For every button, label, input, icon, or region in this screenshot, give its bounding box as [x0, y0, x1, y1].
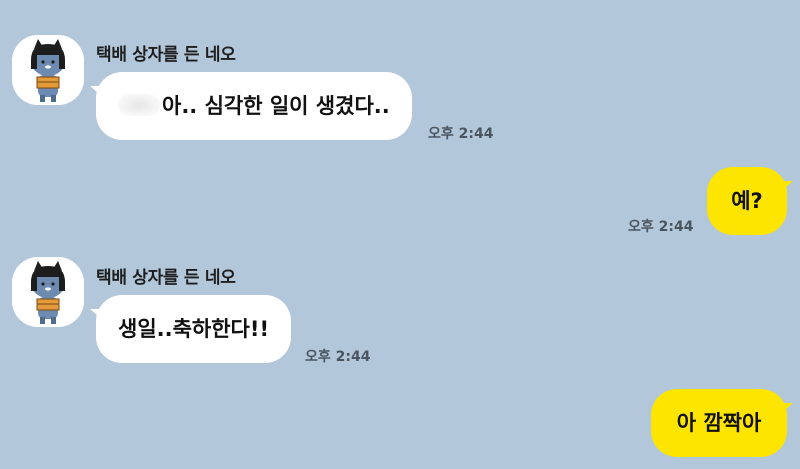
sender-name: 택배 상자를 든 네오 — [96, 45, 236, 65]
message-bubble-incoming[interactable]: 생일..축하한다!! — [96, 295, 292, 363]
message-bubble-incoming[interactable]: 아.. 심각한 일이 생겼다.. — [96, 72, 412, 140]
bubble-tail — [779, 403, 793, 415]
message-timestamp: 오후 2:44 — [428, 126, 494, 142]
message-timestamp: 오후 2:44 — [305, 349, 371, 365]
neo-cat-holding-box-avatar — [12, 35, 84, 105]
message-text: 예? — [731, 189, 763, 213]
message-text: 아.. 심각한 일이 생겼다.. — [162, 94, 390, 118]
sender-name: 택배 상자를 든 네오 — [96, 268, 236, 288]
message-bubble-outgoing[interactable]: 아 깜짝아 — [651, 389, 787, 457]
message-text: 생일..축하한다!! — [118, 317, 270, 341]
sender-avatar[interactable] — [12, 257, 84, 327]
bubble-tail — [779, 181, 793, 193]
message-bubble-outgoing[interactable]: 예? — [707, 167, 787, 235]
neo-cat-holding-box-avatar — [12, 257, 84, 327]
blurred-name — [118, 94, 160, 116]
sender-avatar[interactable] — [12, 35, 84, 105]
message-text: 아 깜짝아 — [676, 411, 762, 435]
message-timestamp: 오후 2:44 — [628, 219, 694, 235]
